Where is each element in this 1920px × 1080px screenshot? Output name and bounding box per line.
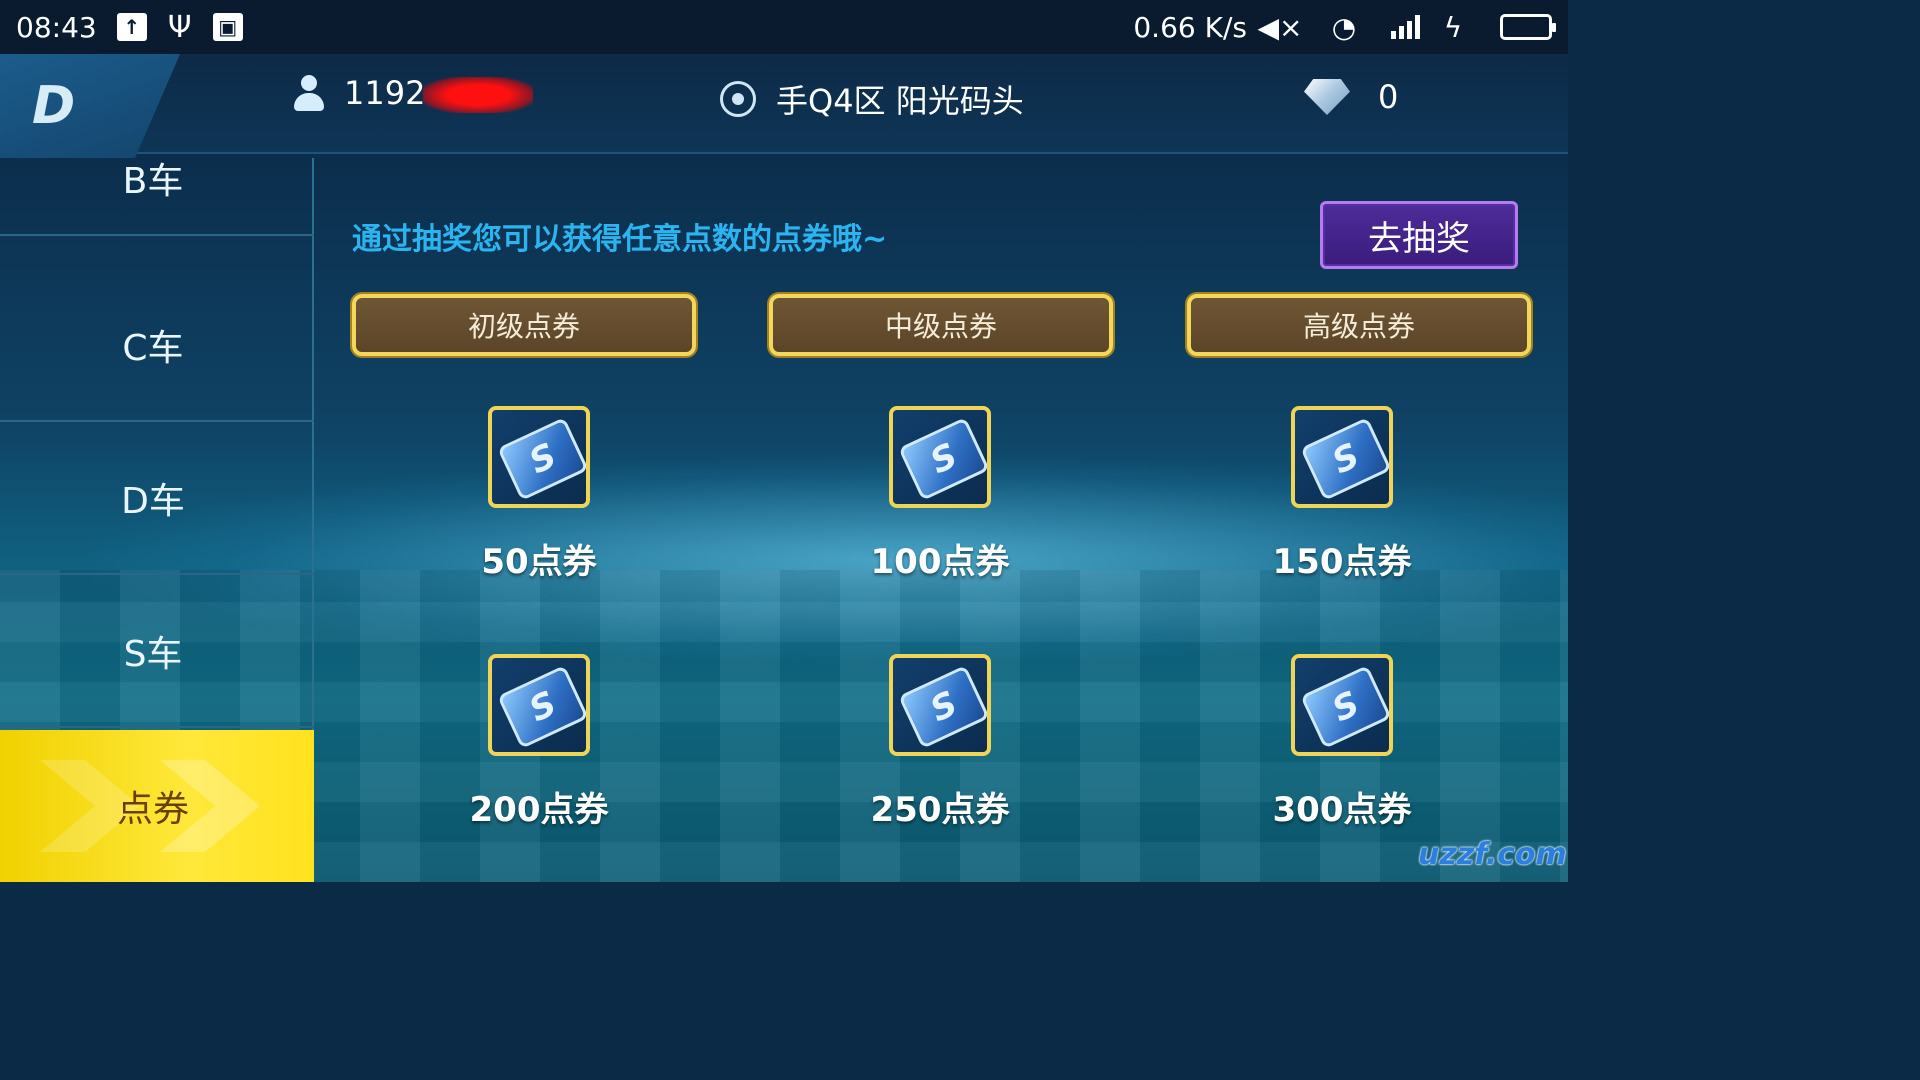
diamond-balance: 0 — [1304, 78, 1398, 116]
sidebar-item-coupons[interactable]: 点券 — [0, 730, 314, 882]
usb-icon: Ψ — [167, 9, 192, 45]
lottery-hint: 通过抽奖您可以获得任意点数的点券哦~ — [352, 222, 888, 257]
server-info: 手Q4区 阳光码头 — [720, 76, 1024, 122]
tier-basic-button[interactable]: 初级点券 — [352, 294, 696, 356]
coupon-card-icon: S — [889, 654, 991, 756]
coupon-item[interactable]: S 100点券 — [810, 406, 1070, 583]
redaction-mark — [423, 77, 534, 113]
coupon-label: 300点券 — [1272, 790, 1412, 830]
net-speed: 0.66 K/s — [1133, 10, 1247, 44]
charging-icon: ϟ — [1443, 10, 1463, 44]
user-icon — [292, 74, 326, 113]
coupon-card-icon: S — [1291, 654, 1393, 756]
go-lottery-button[interactable]: 去抽奖 — [1320, 201, 1518, 269]
coupon-card-icon: S — [488, 654, 590, 756]
diamond-icon — [1304, 79, 1350, 115]
status-time: 08:43 — [16, 10, 97, 44]
coupon-card-icon: S — [1291, 406, 1393, 508]
coupon-label: 100点券 — [870, 542, 1010, 582]
sidebar-item-label: D车 — [121, 481, 185, 522]
sidebar-item-label: 点券 — [116, 789, 189, 830]
wifi-icon: ◔ — [1331, 10, 1357, 44]
coupon-label: 250点券 — [870, 790, 1010, 830]
coupon-item[interactable]: S 300点券 — [1212, 654, 1472, 831]
sidebar-item-c[interactable]: C车 — [0, 270, 314, 422]
status-right: 0.66 K/s ◀× ◔ ϟ — [1133, 10, 1556, 44]
location-target-icon — [720, 81, 756, 117]
mute-icon: ◀× — [1257, 10, 1303, 44]
user-id: 1192 — [344, 74, 426, 112]
coupon-card-icon: S — [889, 406, 991, 508]
sidebar-item-b[interactable]: B车 — [0, 122, 314, 236]
server-name: 手Q4区 阳光码头 — [776, 82, 1024, 120]
coupon-item[interactable]: S 200点券 — [409, 654, 669, 831]
status-bar: 08:43 ↑ Ψ ▣ 0.66 K/s ◀× ◔ ϟ — [0, 0, 1568, 54]
user-info: 1192 — [292, 74, 534, 113]
upload-icon: ↑ — [115, 10, 149, 44]
coupon-item[interactable]: S 50点券 — [409, 406, 669, 583]
coupon-card-icon: S — [488, 406, 590, 508]
category-sidebar: B车 C车 D车 S车 点券 — [0, 158, 314, 882]
tier-advanced-button[interactable]: 高级点券 — [1187, 294, 1531, 356]
coupon-label: 150点券 — [1272, 542, 1412, 582]
diamond-count: 0 — [1378, 78, 1399, 116]
coupon-item[interactable]: S 150点券 — [1212, 406, 1472, 583]
sidebar-item-label: B车 — [122, 161, 184, 202]
tier-intermediate-button[interactable]: 中级点券 — [769, 294, 1113, 356]
sidebar-item-label: C车 — [122, 328, 184, 369]
coupon-label: 200点券 — [469, 790, 609, 830]
coupon-item[interactable]: S 250点券 — [810, 654, 1070, 831]
sidebar-item-label: S车 — [123, 634, 183, 675]
site-watermark: uzzf.com — [1418, 836, 1567, 872]
signal-icon — [1391, 15, 1420, 39]
sidebar-item-s[interactable]: S车 — [0, 576, 314, 728]
image-icon: ▣ — [211, 10, 245, 44]
sidebar-item-d[interactable]: D车 — [0, 423, 314, 575]
battery-icon — [1500, 14, 1556, 40]
coupon-label: 50点券 — [481, 542, 597, 582]
